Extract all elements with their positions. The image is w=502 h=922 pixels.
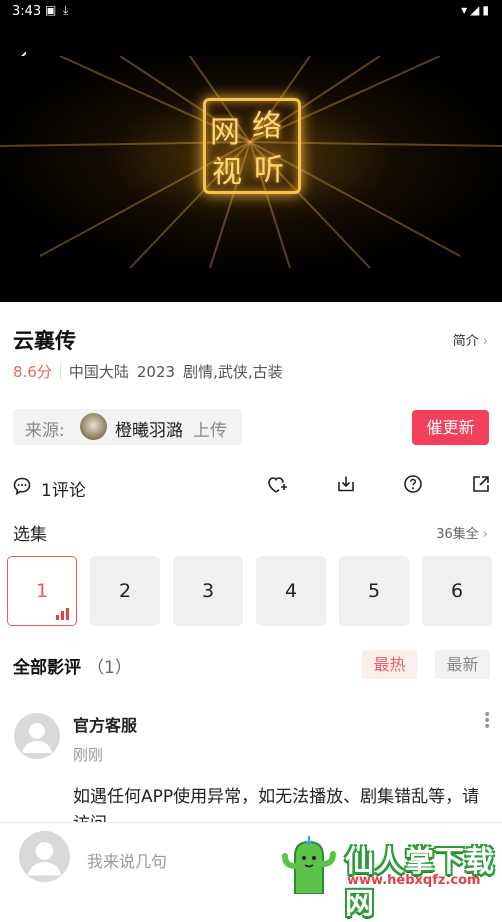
sort-hot-button[interactable]: 最热 [362,650,417,679]
source-box[interactable]: 来源: 橙曦羽潞 上传 [13,409,242,445]
comment-time: 刚刚 [73,746,104,764]
more-options-icon[interactable]: • • • [483,708,491,734]
episode-3[interactable]: 3 [173,556,243,626]
episode-1[interactable]: 1 [7,556,77,626]
genres: 剧情,武侠,古装 [183,363,283,381]
episode-number: 6 [450,580,464,602]
status-time: 3:43 [12,4,42,19]
chevron-right-icon: › [482,527,488,542]
divider [59,363,61,379]
comment-text: 如遇任何APP使用异常，如无法播放、剧集错乱等，请访问 [73,787,480,822]
score: 8.6分 [13,363,52,381]
all-episodes-label: 36集全 [436,527,479,542]
status-icons: ▾◢▮ [461,3,492,17]
video-logo: 网 络 视 听 [203,98,301,194]
sort-new-button[interactable]: 最新 [435,650,490,679]
episode-4[interactable]: 4 [256,556,326,626]
user-placeholder-icon [27,842,62,876]
episode-number: 5 [367,580,381,602]
my-avatar [19,831,70,882]
video-frame[interactable]: 网 络 视 听 [0,56,502,268]
episode-number: 2 [118,580,132,602]
episode-number: 3 [201,580,215,602]
download-status-icon: ⤓ [63,3,69,17]
chevron-right-icon: › [482,334,488,349]
source-label: 来源: [25,421,65,441]
uploader-avatar [80,413,107,440]
drama-meta: 8.6分 中国大陆 2023 剧情,武侠,古装 [13,361,283,382]
episode-6[interactable]: 6 [422,556,492,626]
episode-5[interactable]: 5 [339,556,409,626]
urge-update-button[interactable]: 催更新 [412,410,489,445]
user-placeholder-icon [22,723,52,753]
comment-count[interactable]: 1评论 [41,476,86,501]
episode-2[interactable]: 2 [90,556,160,626]
intro-label: 简介 [452,334,479,349]
year: 2023 [136,363,176,381]
watermark-url: www.hebxqfz.com [347,873,481,888]
playing-bars-icon [56,608,70,620]
help-icon[interactable] [403,474,423,494]
status-bar: 3:43 ▣ ⤓ ▾◢▮ [0,0,502,24]
upload-label: 上传 [193,421,227,441]
uploader-name: 橙曦羽潞 [115,421,183,441]
episode-number: 1 [35,580,49,602]
intro-link[interactable]: 简介 › [453,330,488,349]
comment-author[interactable]: 官方客服 [73,712,137,736]
all-episodes-link[interactable]: 36集全 › [436,523,488,542]
episode-number: 4 [284,580,298,602]
avatar[interactable] [14,713,60,759]
drama-title: 云襄传 [13,329,76,353]
region: 中国大陆 [68,363,129,381]
reviews-title-label: 全部影评 [13,658,81,678]
reviews-count: （1） [87,658,132,678]
share-icon[interactable] [471,474,491,494]
notification-a-icon: ▣ [45,3,57,17]
episodes-title: 选集 [13,525,47,545]
comment-input[interactable]: 我来说几句 [87,848,167,872]
favorite-add-icon[interactable] [266,475,288,495]
reviews-title: 全部影评 （1） [13,653,132,678]
comment-icon[interactable] [12,476,32,496]
download-icon[interactable] [336,474,356,494]
